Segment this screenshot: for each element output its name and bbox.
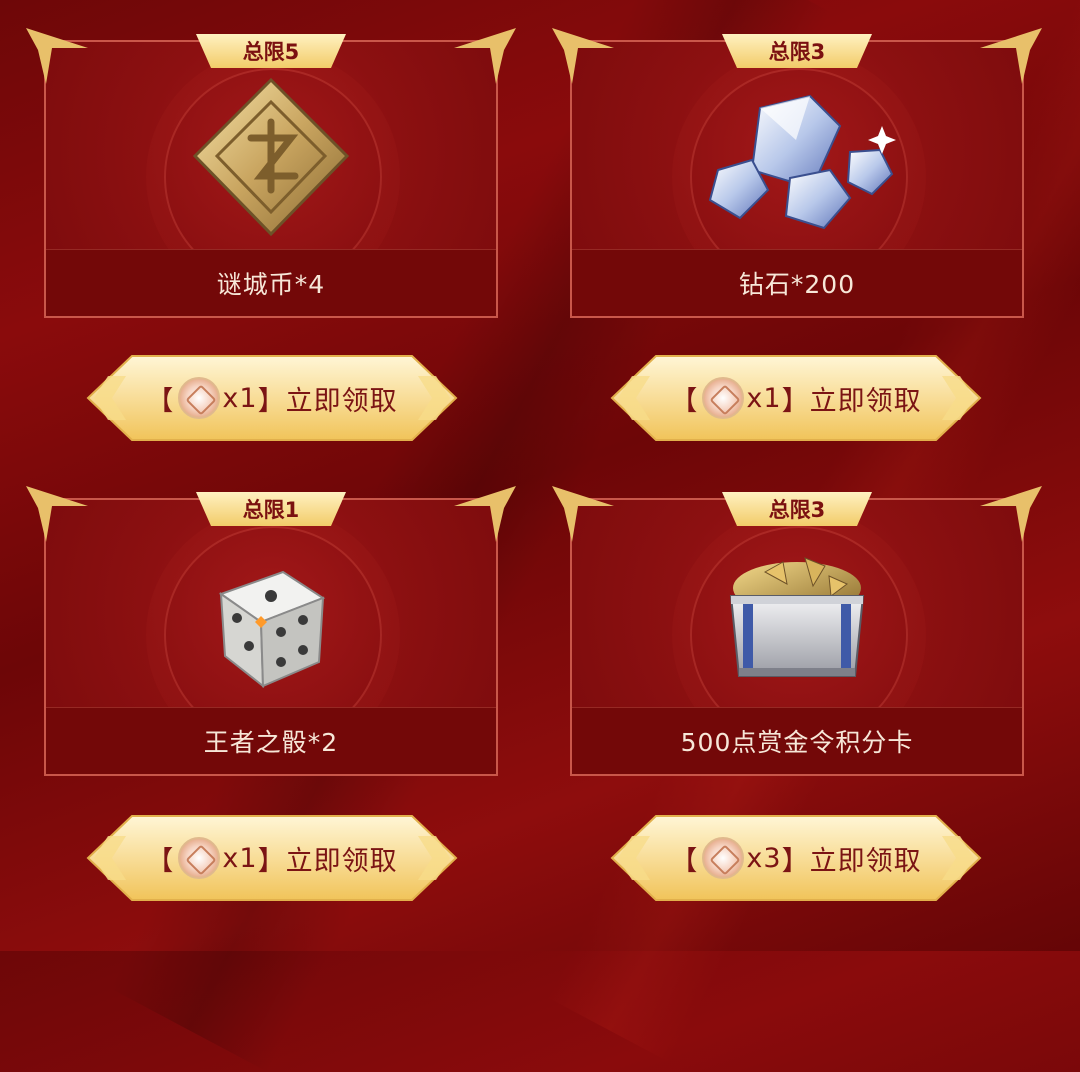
card-corner-ornament xyxy=(26,486,88,542)
limit-badge: 总限3 xyxy=(722,34,872,68)
bracket-close: 】 xyxy=(781,385,810,417)
claim-label: 立即领取 xyxy=(809,385,922,417)
bracket-open: 【 xyxy=(670,845,699,877)
reward-name-bar: 谜城币*4 xyxy=(46,249,496,316)
token-coin-icon xyxy=(702,837,745,879)
button-content: 【 x1 】 立即领取 xyxy=(86,352,458,444)
limit-text: 总限5 xyxy=(242,40,300,64)
cost-text: x1 xyxy=(222,382,258,414)
cost-text: x3 xyxy=(746,842,782,874)
cost-text: x1 xyxy=(746,382,782,414)
bracket-close: 】 xyxy=(257,385,286,417)
claim-label: 立即领取 xyxy=(285,845,398,877)
limit-badge: 总限5 xyxy=(196,34,346,68)
limit-badge: 总限1 xyxy=(196,492,346,526)
reward-name: 钻石*200 xyxy=(738,270,856,299)
card-corner-ornament xyxy=(454,486,516,542)
limit-badge: 总限3 xyxy=(722,492,872,526)
bracket-open: 【 xyxy=(670,385,699,417)
reward-name: 500点赏金令积分卡 xyxy=(680,728,914,757)
bracket-close: 】 xyxy=(781,845,810,877)
reward-card: 总限3 钻石*200 xyxy=(552,28,1042,318)
reward-name-bar: 钻石*200 xyxy=(572,249,1022,316)
diamond-pile-icon xyxy=(700,78,900,238)
bracket-open: 【 xyxy=(146,845,175,877)
button-content: 【 x1 】 立即领取 xyxy=(610,352,982,444)
card-corner-ornament xyxy=(454,28,516,84)
limit-text: 总限1 xyxy=(242,498,300,522)
reward-name-bar: 王者之骰*2 xyxy=(46,707,496,774)
reward-card: 总限3 500点赏金令积分卡 xyxy=(552,486,1042,776)
card-corner-ornament xyxy=(980,28,1042,84)
claim-label: 立即领取 xyxy=(809,845,922,877)
card-corner-ornament xyxy=(26,28,88,84)
reward-card: 总限5 谜城币*4 xyxy=(26,28,516,318)
token-coin-icon xyxy=(702,377,745,419)
dice-icon xyxy=(191,536,351,696)
reward-name: 谜城币*4 xyxy=(216,270,326,299)
token-coin-icon xyxy=(178,377,221,419)
claim-label: 立即领取 xyxy=(285,385,398,417)
reward-name: 王者之骰*2 xyxy=(203,728,339,757)
card-corner-ornament xyxy=(980,486,1042,542)
reward-card: 总限1 王者之骰*2 xyxy=(26,486,516,776)
limit-text: 总限3 xyxy=(768,40,826,64)
token-coin-icon xyxy=(178,837,221,879)
button-content: 【 x1 】 立即领取 xyxy=(86,812,458,904)
treasure-crate-icon xyxy=(717,536,877,696)
cost-text: x1 xyxy=(222,842,258,874)
claim-button[interactable]: 【 x1 】 立即领取 xyxy=(610,352,982,444)
mystery-city-coin-icon xyxy=(191,77,351,238)
card-corner-ornament xyxy=(552,486,614,542)
claim-button[interactable]: 【 x1 】 立即领取 xyxy=(86,352,458,444)
bracket-open: 【 xyxy=(146,385,175,417)
claim-button[interactable]: 【 x3 】 立即领取 xyxy=(610,812,982,904)
button-content: 【 x3 】 立即领取 xyxy=(610,812,982,904)
bracket-close: 】 xyxy=(257,845,286,877)
limit-text: 总限3 xyxy=(768,498,826,522)
claim-button[interactable]: 【 x1 】 立即领取 xyxy=(86,812,458,904)
reward-name-bar: 500点赏金令积分卡 xyxy=(572,707,1022,774)
card-corner-ornament xyxy=(552,28,614,84)
